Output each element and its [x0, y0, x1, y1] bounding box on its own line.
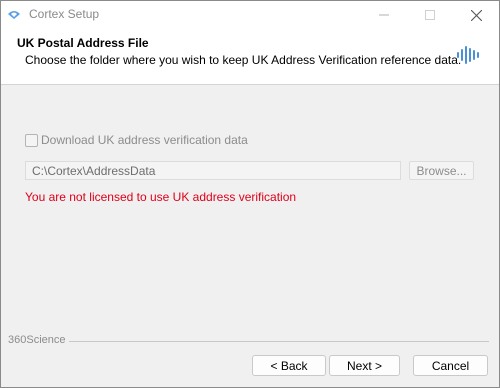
- download-checkbox[interactable]: [25, 133, 38, 147]
- soundwave-logo-icon: [457, 46, 479, 64]
- close-icon: [470, 9, 482, 21]
- cancel-button[interactable]: Cancel: [413, 355, 488, 376]
- download-checkbox-row[interactable]: Download UK address verification data: [25, 133, 248, 147]
- back-button[interactable]: < Back: [252, 355, 326, 376]
- footer-divider: [69, 341, 489, 342]
- brand-label: 360Science: [8, 334, 66, 346]
- next-button[interactable]: Next >: [329, 355, 400, 376]
- page-subtitle: Choose the folder where you wish to keep…: [25, 53, 462, 67]
- header-panel: UK Postal Address File Choose the folder…: [1, 29, 499, 85]
- window-title: Cortex Setup: [29, 7, 100, 21]
- app-icon: [8, 11, 20, 19]
- maximize-button[interactable]: [407, 1, 453, 29]
- license-error-message: You are not licensed to use UK address v…: [25, 190, 297, 204]
- close-button[interactable]: [453, 1, 499, 29]
- maximize-icon: [425, 10, 435, 20]
- folder-path-input[interactable]: C:\Cortex\AddressData: [25, 161, 401, 180]
- title-bar: Cortex Setup: [1, 1, 499, 29]
- download-checkbox-label: Download UK address verification data: [41, 133, 248, 147]
- minimize-icon: [379, 14, 389, 16]
- browse-button[interactable]: Browse...: [409, 161, 474, 180]
- page-title: UK Postal Address File: [17, 36, 149, 50]
- minimize-button[interactable]: [361, 1, 407, 29]
- setup-window: Cortex Setup UK Postal Address File Choo…: [0, 0, 500, 388]
